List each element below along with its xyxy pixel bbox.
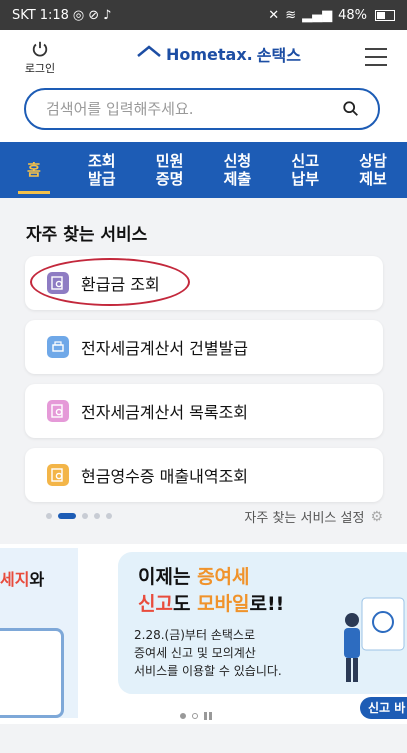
logo-brand: 손택스 (256, 46, 301, 65)
tab-consult[interactable]: 상담 제보 (339, 142, 407, 198)
service-item-cash-receipt[interactable]: 현금영수증 매출내역조회 (25, 448, 383, 502)
pager-dot[interactable] (94, 513, 100, 519)
pager-dot-active[interactable] (58, 513, 76, 519)
login-button[interactable]: 로그인 (22, 40, 58, 76)
house-icon (137, 45, 161, 57)
service-item-einvoice-issue[interactable]: 전자세금계산서 건별발급 (25, 320, 383, 374)
service-label: 현금영수증 매출내역조회 (81, 467, 249, 486)
banner-description: 2.28.(금)부터 손택스로 증여세 신고 및 모의계산 서비스를 이용할 수… (134, 628, 282, 678)
services-pager (46, 513, 112, 519)
person-document-illustration-icon (344, 597, 405, 682)
banner-prev-text: 세지와 (0, 570, 45, 589)
tab-certificate[interactable]: 민원 증명 (136, 142, 204, 198)
section-title: 자주 찾는 서비스 (26, 225, 148, 245)
search-icon[interactable] (342, 100, 360, 118)
banner-pager (180, 712, 214, 720)
printer-icon (47, 336, 69, 358)
highlight-circle (30, 258, 190, 306)
tab-apply-submit[interactable]: 신청 제출 (203, 142, 271, 198)
service-settings-link[interactable]: 자주 찾는 서비스 설정 ⚙ (244, 507, 383, 527)
banner-current[interactable]: 이제는 증여세 신고도 모바일로!! 2.28.(금)부터 손택스로 증여세 신… (118, 552, 407, 694)
pause-icon[interactable] (204, 712, 214, 720)
time-label: 1:18 (39, 7, 69, 23)
banner-carousel[interactable]: 세지와 이제는 증여세 신고도 모바일로!! 2.28.(금)부터 손택스로 증… (0, 544, 407, 724)
carrier-label: SKT (12, 7, 36, 23)
link-icon: ⊘ (88, 7, 100, 23)
report-tag-button[interactable]: 신고 바 (360, 697, 407, 719)
banner-dot-active[interactable] (180, 713, 186, 719)
search-box (24, 88, 380, 130)
tab-inquiry-issue[interactable]: 조회 발급 (68, 142, 136, 198)
login-label: 로그인 (24, 62, 56, 75)
search-area (0, 82, 407, 142)
hometax-logo[interactable]: Hometax. 손택스 (136, 42, 301, 66)
tab-report-pay[interactable]: 신고 납부 (271, 142, 339, 198)
status-bar: SKT 1:18 ◎ ⊘ ♪ ✕ ≋ ▂▄▆ 48% (0, 0, 407, 30)
mute-icon: ✕ (268, 7, 280, 23)
instagram-icon: ◎ (72, 7, 85, 23)
main-nav: 홈 조회 발급 민원 증명 신청 제출 신고 납부 상담 제보 (0, 142, 407, 198)
battery-label: 48% (338, 7, 367, 23)
service-item-einvoice-list[interactable]: 전자세금계산서 목록조회 (25, 384, 383, 438)
hamburger-menu-icon[interactable] (365, 48, 387, 66)
tiktok-icon: ♪ (103, 7, 112, 23)
search-input[interactable] (44, 99, 328, 119)
wifi-icon: ≋ (285, 7, 297, 23)
banner-dot[interactable] (192, 713, 198, 719)
battery-icon (375, 9, 395, 21)
logo-text: Hometax. (166, 44, 253, 64)
phone-illustration-icon (0, 628, 64, 718)
app-header: 로그인 Hometax. 손택스 (0, 30, 407, 82)
pager-dot[interactable] (82, 513, 88, 519)
banner-prev[interactable]: 세지와 (0, 548, 78, 718)
pager-dot[interactable] (106, 513, 112, 519)
footer-bar (0, 724, 407, 753)
search-document-icon (47, 464, 69, 486)
search-document-icon (47, 400, 69, 422)
banner-title: 이제는 증여세 신고도 모바일로!! (138, 566, 285, 615)
service-label: 전자세금계산서 건별발급 (81, 339, 249, 358)
signal-icon: ▂▄▆ (302, 7, 333, 23)
tab-home[interactable]: 홈 (0, 142, 68, 198)
service-label: 전자세금계산서 목록조회 (81, 403, 249, 422)
settings-label: 자주 찾는 서비스 설정 (244, 511, 365, 526)
power-icon (32, 41, 48, 57)
gear-icon: ⚙ (370, 508, 383, 525)
pager-dot[interactable] (46, 513, 52, 519)
